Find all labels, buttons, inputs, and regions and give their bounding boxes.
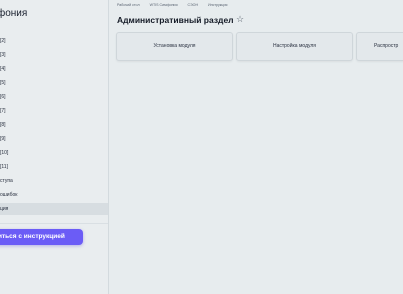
- breadcrumb-item-desktop[interactable]: Рабочий стол: [117, 3, 140, 7]
- sidebar-item-label: [10]: [0, 150, 9, 156]
- card-distribution[interactable]: Распростр: [356, 32, 403, 61]
- sidebar-item-label: [6]: [0, 94, 6, 100]
- open-instruction-button[interactable]: иться с инструкцией: [0, 229, 83, 245]
- sidebar-item-6[interactable]: [6]: [0, 91, 108, 103]
- sidebar-item-11[interactable]: [11]: [0, 161, 108, 173]
- sidebar-item-label: ция: [0, 206, 9, 212]
- sidebar-item-5[interactable]: [5]: [0, 77, 108, 89]
- sidebar-item-label: [3]: [0, 52, 6, 58]
- app-window: фония [2] [3] [4] [5] [6] [7] [8] [9] [1…: [0, 0, 403, 294]
- sidebar-item-label: [2]: [0, 38, 6, 44]
- breadcrumb-item-instruction: Инструкция: [208, 3, 228, 7]
- sidebar-item-8[interactable]: [8]: [0, 119, 108, 131]
- sidebar-item-label: [5]: [0, 80, 6, 86]
- sidebar-item-4[interactable]: [4]: [0, 63, 108, 75]
- card-configure-module[interactable]: Настройка модуля: [236, 32, 353, 61]
- sidebar-item-access[interactable]: ступа: [0, 175, 108, 187]
- sidebar-item-label: [4]: [0, 66, 6, 72]
- sidebar-item-instruction[interactable]: ция: [0, 203, 108, 215]
- sidebar-item-label: [9]: [0, 136, 6, 142]
- sidebar-item-label: [8]: [0, 122, 6, 128]
- sidebar-item-9[interactable]: [9]: [0, 133, 108, 145]
- sidebar-title: фония: [0, 8, 28, 19]
- page-title: Административный раздел: [117, 15, 234, 25]
- sidebar-item-10[interactable]: [10]: [0, 147, 108, 159]
- sidebar-divider: [0, 223, 108, 224]
- sidebar-item-3[interactable]: [3]: [0, 49, 108, 61]
- card-install-module[interactable]: Установка модуля: [116, 32, 233, 61]
- sidebar-item-label: ступа: [0, 178, 13, 184]
- breadcrumb: Рабочий стол WTIS Симфония СЭОН Инструкц…: [117, 3, 227, 7]
- breadcrumb-item-wtis[interactable]: WTIS Симфония: [150, 3, 178, 7]
- sidebar-item-errors[interactable]: ошибок: [0, 189, 108, 201]
- sidebar-item-label: [7]: [0, 108, 6, 114]
- star-icon[interactable]: ☆: [236, 14, 244, 25]
- sidebar: фония [2] [3] [4] [5] [6] [7] [8] [9] [1…: [0, 0, 109, 294]
- sidebar-item-2[interactable]: [2]: [0, 35, 108, 47]
- sidebar-item-7[interactable]: [7]: [0, 105, 108, 117]
- sidebar-item-label: [11]: [0, 164, 8, 170]
- sidebar-item-label: ошибок: [0, 192, 18, 198]
- main-content: Рабочий стол WTIS Симфония СЭОН Инструкц…: [109, 0, 403, 294]
- breadcrumb-item-seon[interactable]: СЭОН: [188, 3, 199, 7]
